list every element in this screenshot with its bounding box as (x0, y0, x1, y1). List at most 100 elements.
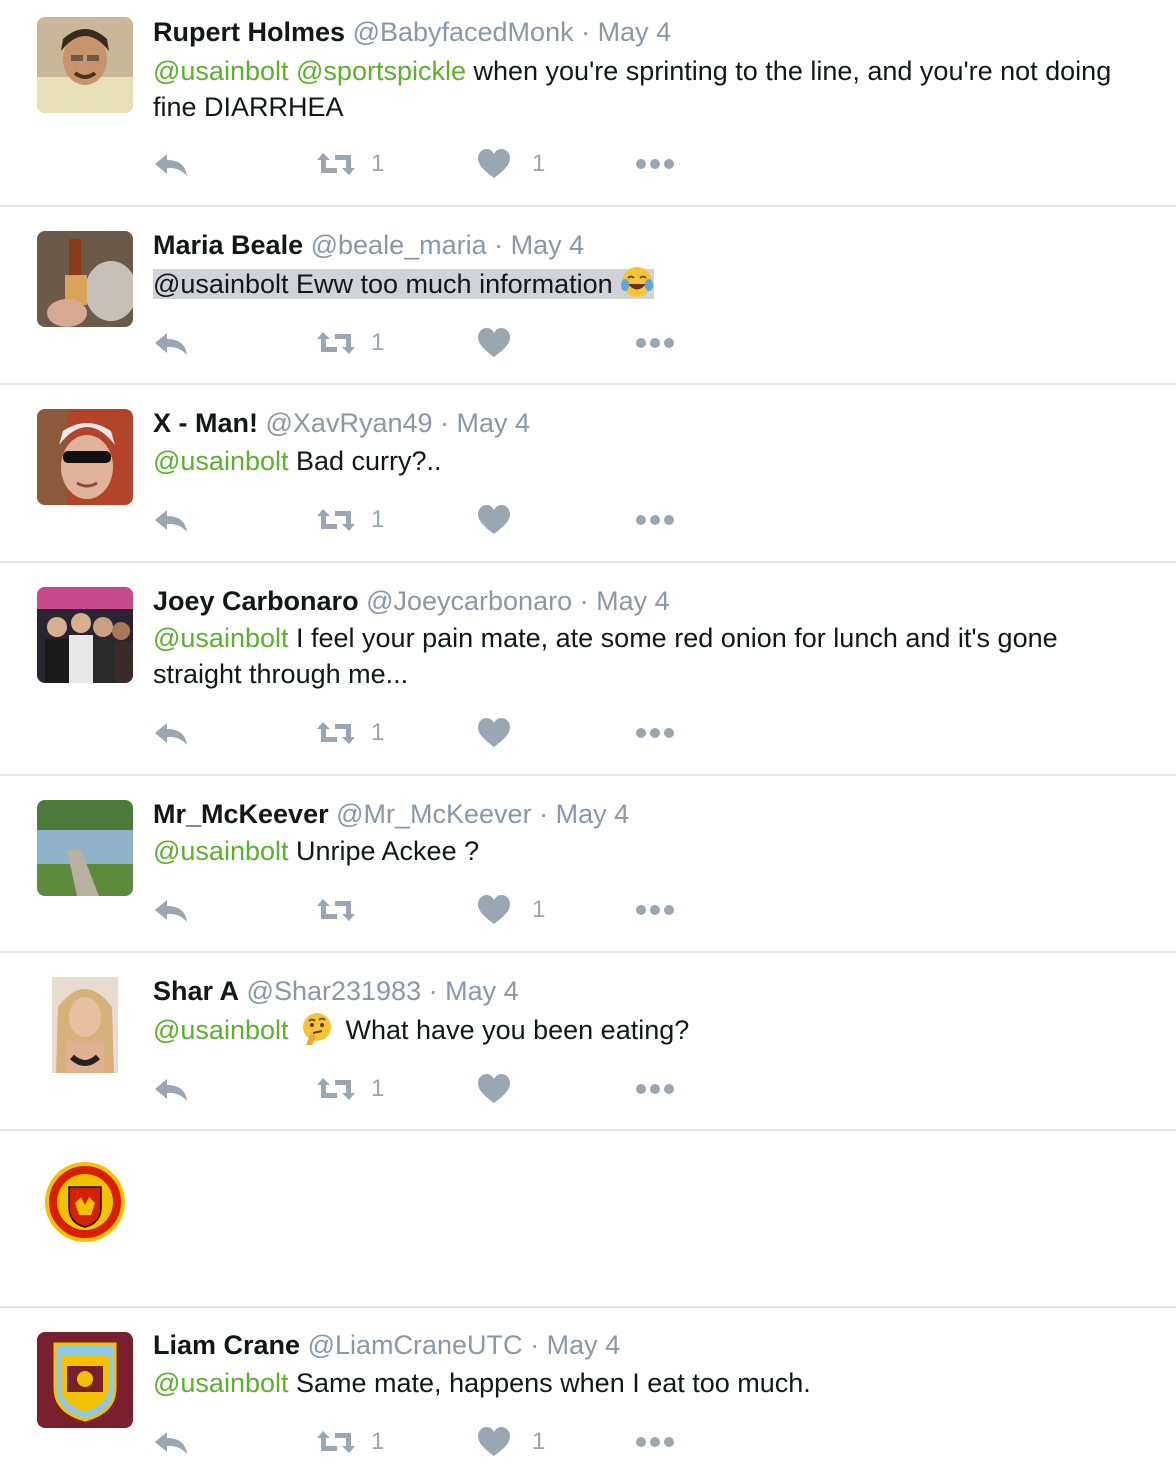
more-options-button[interactable] (635, 890, 675, 930)
avatar[interactable] (37, 1332, 133, 1428)
retweet-button[interactable] (315, 890, 371, 930)
like-count: 1 (532, 1428, 546, 1455)
tweet-rupert-holmes[interactable]: Rupert Holmes @BabyfacedMonk · May 4 @us… (0, 0, 1176, 207)
tweet-liam-crane[interactable]: Liam Crane @LiamCraneUTC · May 4 @usainb… (0, 1308, 1176, 1471)
tweet-maria-beale[interactable]: Maria Beale @beale_maria · May 4 @usainb… (0, 207, 1176, 385)
mention-link[interactable]: @usainbolt (153, 446, 289, 476)
display-name[interactable]: Mr_McKeever (153, 799, 329, 829)
tweet-actions: 1 (153, 890, 753, 930)
retweet-count: 1 (371, 1075, 385, 1102)
display-name[interactable]: X - Man! (153, 408, 258, 438)
like-button[interactable] (478, 323, 532, 363)
handle[interactable]: @beale_maria (311, 230, 487, 260)
more-options-button[interactable] (635, 144, 675, 184)
timestamp[interactable]: May 4 (596, 586, 670, 616)
mention-link[interactable]: @usainbolt (153, 269, 289, 299)
display-name[interactable]: Joey Carbonaro (153, 586, 359, 616)
avatar[interactable] (37, 17, 133, 113)
retweet-button[interactable]: 1 (315, 1422, 384, 1462)
reply-button[interactable] (153, 713, 189, 753)
more-icon (635, 727, 675, 739)
retweet-button[interactable]: 1 (315, 500, 384, 540)
display-name[interactable]: Shar A (153, 976, 239, 1006)
reply-button[interactable] (153, 1069, 189, 1109)
like-icon (478, 1427, 510, 1457)
tweet-text: @usainbolt @sportspickle when you're spr… (153, 53, 1153, 125)
more-options-button[interactable] (635, 713, 675, 753)
more-options-button[interactable] (635, 323, 675, 363)
handle[interactable]: @Joeycarbonaro (366, 586, 572, 616)
like-button[interactable]: 1 (478, 890, 545, 930)
mention-link[interactable]: @usainbolt (153, 1368, 289, 1398)
reply-button[interactable] (153, 323, 189, 363)
retweet-button[interactable]: 1 (315, 144, 384, 184)
like-button[interactable] (478, 713, 532, 753)
more-options-button[interactable] (635, 1069, 675, 1109)
like-button[interactable]: 1 (478, 1422, 545, 1462)
reply-button[interactable] (153, 890, 189, 930)
handle[interactable]: @BabyfacedMonk (353, 17, 574, 47)
handle[interactable]: @LiamCraneUTC (308, 1330, 523, 1360)
more-options-button[interactable] (635, 500, 675, 540)
tweet-header: X - Man! @XavRyan49 · May 4 (153, 407, 530, 439)
retweet-icon (315, 1074, 357, 1104)
tweet-text: @usainbolt Same mate, happens when I eat… (153, 1365, 1153, 1401)
avatar[interactable] (37, 800, 133, 896)
avatar[interactable] (37, 409, 133, 505)
tweet-body: Unripe Ackee ? (288, 836, 480, 866)
like-icon (478, 505, 510, 535)
mention-link[interactable]: @sportspickle (296, 56, 466, 86)
avatar[interactable] (37, 231, 133, 327)
handle[interactable]: @XavRyan49 (266, 408, 433, 438)
tweet-joey-carbonaro[interactable]: Joey Carbonaro @Joeycarbonaro · May 4 @u… (0, 563, 1176, 776)
tweet-body: Bad curry?.. (288, 446, 442, 476)
reply-icon (153, 1428, 189, 1456)
more-icon (635, 904, 675, 916)
retweet-button[interactable]: 1 (315, 323, 384, 363)
avatar[interactable] (37, 587, 133, 683)
mention-link[interactable]: @usainbolt (153, 56, 289, 86)
avatar[interactable] (52, 977, 118, 1073)
handle[interactable]: @Mr_McKeever (336, 799, 531, 829)
retweet-button[interactable]: 1 (315, 1069, 384, 1109)
like-button[interactable] (478, 500, 532, 540)
like-button[interactable] (478, 1069, 532, 1109)
tweet-header: Shar A @Shar231983 · May 4 (153, 975, 519, 1007)
tweet-x-man[interactable]: X - Man! @XavRyan49 · May 4 @usainbolt B… (0, 385, 1176, 563)
more-icon (635, 514, 675, 526)
timestamp[interactable]: May 4 (445, 976, 519, 1006)
handle[interactable]: @Shar231983 (247, 976, 422, 1006)
display-name[interactable]: Rupert Holmes (153, 17, 345, 47)
club-crest-avatar[interactable] (45, 1159, 125, 1245)
retweet-button[interactable]: 1 (315, 713, 384, 753)
reply-icon (153, 719, 189, 747)
timestamp[interactable]: May 4 (598, 17, 672, 47)
timestamp[interactable]: May 4 (511, 230, 585, 260)
mention-link[interactable]: @usainbolt (153, 836, 289, 866)
retweet-count: 1 (371, 506, 385, 533)
timestamp[interactable]: May 4 (547, 1330, 621, 1360)
separator: · (440, 408, 450, 438)
mention-link[interactable]: @usainbolt (153, 1015, 289, 1045)
tears-of-joy-emoji (620, 265, 654, 308)
display-name[interactable]: Maria Beale (153, 230, 303, 260)
tweet-header: Rupert Holmes @BabyfacedMonk · May 4 (153, 16, 671, 48)
mention-link[interactable]: @usainbolt (153, 623, 289, 653)
retweet-count: 1 (371, 1428, 385, 1455)
reply-icon (153, 150, 189, 178)
timestamp[interactable]: May 4 (457, 408, 531, 438)
timestamp[interactable]: May 4 (556, 799, 630, 829)
more-icon (635, 1083, 675, 1095)
reply-button[interactable] (153, 144, 189, 184)
separator: · (579, 586, 589, 616)
more-options-button[interactable] (635, 1422, 675, 1462)
tweet-mr-mckeever[interactable]: Mr_McKeever @Mr_McKeever · May 4 @usainb… (0, 776, 1176, 953)
tweet-unloaded[interactable] (0, 1131, 1176, 1308)
display-name[interactable]: Liam Crane (153, 1330, 300, 1360)
reply-button[interactable] (153, 1422, 189, 1462)
tweet-shar-a[interactable]: Shar A @Shar231983 · May 4 @usainbolt Wh… (0, 953, 1176, 1131)
reply-icon (153, 506, 189, 534)
reply-icon (153, 329, 189, 357)
reply-button[interactable] (153, 500, 189, 540)
like-button[interactable]: 1 (478, 144, 545, 184)
